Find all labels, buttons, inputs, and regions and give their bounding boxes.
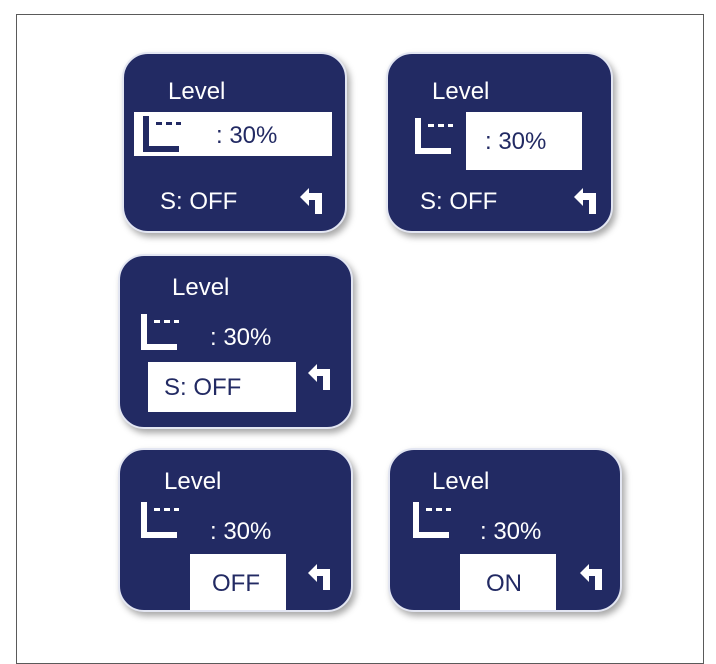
level-icon (140, 314, 180, 350)
status-value[interactable]: S: OFF (420, 190, 497, 214)
level-value[interactable]: : 30% (210, 520, 271, 544)
return-arrow-icon[interactable] (300, 188, 322, 214)
panel-title: Level (432, 78, 490, 105)
return-arrow-icon[interactable] (574, 188, 596, 214)
panel-status-edit-on[interactable]: Level : 30% ON (388, 448, 622, 612)
panel-level-selected-wide[interactable]: Level : 30% S: OFF (122, 52, 347, 233)
level-value[interactable]: : 30% (485, 130, 546, 154)
level-icon (140, 502, 180, 538)
status-value[interactable]: OFF (212, 572, 260, 596)
level-value[interactable]: : 30% (210, 326, 271, 350)
level-value[interactable]: : 30% (216, 124, 277, 148)
level-icon (412, 502, 452, 538)
status-value[interactable]: S: OFF (160, 190, 237, 214)
level-icon (414, 118, 454, 154)
panel-level-selected[interactable]: Level : 30% S: OFF (386, 52, 613, 233)
return-arrow-icon[interactable] (308, 364, 330, 390)
return-arrow-icon[interactable] (580, 564, 602, 590)
panel-status-edit-off[interactable]: Level : 30% OFF (118, 448, 353, 612)
panel-title: Level (164, 468, 222, 495)
panel-status-selected[interactable]: Level : 30% S: OFF (118, 254, 353, 429)
panel-title: Level (168, 78, 226, 105)
panel-title: Level (432, 468, 490, 495)
level-value[interactable]: : 30% (480, 520, 541, 544)
level-icon (142, 116, 182, 152)
status-value[interactable]: ON (486, 572, 522, 596)
return-arrow-icon[interactable] (308, 564, 330, 590)
status-value[interactable]: S: OFF (164, 376, 241, 400)
panel-title: Level (172, 274, 230, 301)
